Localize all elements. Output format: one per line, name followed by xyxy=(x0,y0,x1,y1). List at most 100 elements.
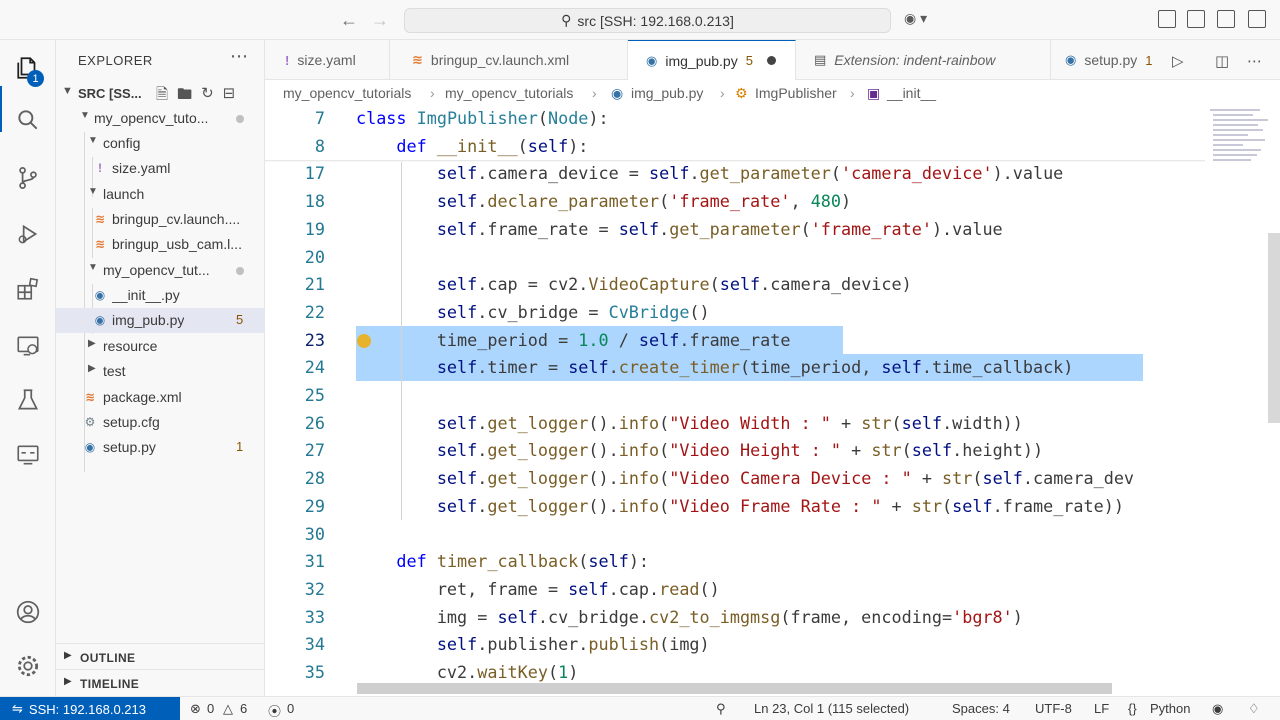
breadcrumb-item[interactable]: my_opencv_tutorials xyxy=(445,85,573,101)
code-line[interactable]: 8 def __init__(self): xyxy=(265,133,1205,160)
split-editor-icon[interactable]: ◫ xyxy=(1215,52,1229,70)
tab-img-pub-py[interactable]: ◉ img_pub.py 5 xyxy=(628,40,796,80)
tab-setup-py[interactable]: ◉ setup.py 1 xyxy=(1051,40,1166,80)
tab-size-yaml[interactable]: ! size.yaml xyxy=(265,40,390,80)
ports-icon[interactable]: ⦿ xyxy=(268,701,281,720)
tree-folder-launch[interactable]: ▼ launch xyxy=(56,182,265,207)
zoom-icon[interactable]: ⚲ xyxy=(716,701,726,717)
toggle-secondary-sidebar-icon[interactable] xyxy=(1217,10,1235,28)
errors-icon[interactable]: ⊗ xyxy=(190,701,201,717)
workspace-root[interactable]: ▼ SRC [SS... 🗎 🖿 ↻ ⊟ xyxy=(56,82,265,104)
outline-section[interactable]: ▶ OUTLINE xyxy=(56,643,265,669)
line-text: self.cap = cv2.VideoCapture(self.camera_… xyxy=(436,274,912,295)
code-line[interactable]: 22 self.cv_bridge = CvBridge() xyxy=(265,299,1205,326)
toggle-sidebar-icon[interactable] xyxy=(1158,10,1176,28)
tree-item-label: __init__.py xyxy=(112,287,180,303)
timeline-label: TIMELINE xyxy=(80,677,140,691)
more-actions-icon[interactable]: ⋯ xyxy=(230,46,248,67)
code-editor[interactable]: 7 class ImgPublisher(Node): 8 def __init__… xyxy=(265,105,1280,696)
code-line[interactable]: 17 self.camera_device = self.get_paramet… xyxy=(265,160,1205,187)
line-text: def timer_callback(self): xyxy=(396,551,650,572)
tree-item-label: my_opencv_tut... xyxy=(103,262,210,278)
account-icon[interactable] xyxy=(14,598,42,626)
tree-file-bringup-cv-launch[interactable]: ≋ bringup_cv.launch.... xyxy=(56,207,265,232)
language-mode[interactable]: Python xyxy=(1150,701,1190,716)
ros-icon[interactable] xyxy=(14,441,42,469)
tree-file-setup-cfg[interactable]: ⚙ setup.cfg xyxy=(56,410,265,435)
search-icon[interactable] xyxy=(14,106,42,134)
code-line[interactable]: 31 def timer_callback(self): xyxy=(265,548,1205,575)
code-line[interactable]: 7 class ImgPublisher(Node): xyxy=(265,105,1205,132)
modified-dot xyxy=(236,115,244,123)
problem-count: 1 xyxy=(236,439,244,454)
tree-folder-resource[interactable]: ▶ resource xyxy=(56,334,265,359)
breadcrumb-item[interactable]: __init__ xyxy=(887,85,936,101)
code-line[interactable]: 24 self.timer = self.create_timer(time_p… xyxy=(265,354,1205,381)
line-number: 26 xyxy=(304,412,325,433)
tree-file-package-xml[interactable]: ≋ package.xml xyxy=(56,385,265,410)
command-center[interactable]: ⚲ src [SSH: 192.168.0.213] xyxy=(404,8,891,33)
tree-file-init-py[interactable]: ◉ __init__.py xyxy=(56,283,265,308)
line-text: self.frame_rate = self.get_parameter('fr… xyxy=(436,218,1003,239)
tab-bringup-cv-launch[interactable]: ≋ bringup_cv.launch.xml xyxy=(390,40,628,80)
code-line[interactable]: 25 xyxy=(265,382,1205,409)
indentation-setting[interactable]: Spaces: 4 xyxy=(952,701,1010,716)
testing-icon[interactable] xyxy=(14,386,42,414)
tree-folder-my-opencv-tut[interactable]: ▼ my_opencv_tut... xyxy=(56,258,265,283)
line-text: self.get_logger().info("Video Height : "… xyxy=(436,440,1044,461)
sticky-scroll-divider xyxy=(265,160,1205,162)
copilot-status-icon[interactable]: ◉ xyxy=(1212,701,1223,717)
forward-arrow-icon[interactable]: → xyxy=(371,10,389,31)
more-actions-icon[interactable]: ⋯ xyxy=(1247,52,1262,70)
remote-explorer-icon[interactable] xyxy=(14,332,42,360)
code-line[interactable]: 23 time_period = 1.0 / self.frame_rate xyxy=(265,327,1205,354)
eol-setting[interactable]: LF xyxy=(1094,701,1109,716)
code-line[interactable]: 18 self.declare_parameter('frame_rate', … xyxy=(265,188,1205,215)
timeline-section[interactable]: ▶ TIMELINE xyxy=(56,669,265,695)
warnings-icon[interactable]: △ xyxy=(223,701,233,717)
encoding-setting[interactable]: UTF-8 xyxy=(1035,701,1072,716)
tree-file-setup-py[interactable]: ◉ setup.py 1 xyxy=(56,435,265,460)
code-line[interactable]: 32 ret, frame = self.cap.read() xyxy=(265,576,1205,603)
copilot-icon[interactable]: ◉ ▾ xyxy=(904,10,927,27)
toggle-panel-icon[interactable] xyxy=(1187,10,1205,28)
code-line[interactable]: 26 self.get_logger().info("Video Width :… xyxy=(265,410,1205,437)
code-line[interactable]: 35 cv2.waitKey(1) xyxy=(265,659,1205,686)
breadcrumb-item[interactable]: my_opencv_tutorials xyxy=(283,85,411,101)
tree-folder-test[interactable]: ▶ test xyxy=(56,359,265,384)
code-line[interactable]: 20 xyxy=(265,244,1205,271)
code-line[interactable]: 21 self.cap = cv2.VideoCapture(self.came… xyxy=(265,271,1205,298)
source-control-icon[interactable] xyxy=(14,164,42,192)
tree-file-img-pub-py[interactable]: ◉ img_pub.py 5 xyxy=(56,308,265,333)
unsaved-dot-icon[interactable] xyxy=(766,56,776,65)
tree-folder-config[interactable]: ▼ config xyxy=(56,131,265,156)
customize-layout-icon[interactable] xyxy=(1248,10,1266,28)
tree-file-size-yaml[interactable]: ! size.yaml xyxy=(56,156,265,181)
code-line[interactable]: 33 img = self.cv_bridge.cv2_to_imgmsg(fr… xyxy=(265,604,1205,631)
tree-file-bringup-usb-cam[interactable]: ≋ bringup_usb_cam.l... xyxy=(56,232,265,257)
cursor-position[interactable]: Ln 23, Col 1 (115 selected) xyxy=(754,701,909,716)
extensions-icon[interactable] xyxy=(14,275,42,303)
settings-gear-icon[interactable] xyxy=(14,652,42,680)
notifications-bell-icon[interactable]: ♢ xyxy=(1248,701,1260,717)
tab-extension-indent-rainbow[interactable]: ▤ Extension: indent-rainbow xyxy=(796,40,1051,80)
code-line[interactable]: 19 self.frame_rate = self.get_parameter(… xyxy=(265,216,1205,243)
breadcrumb-item[interactable]: img_pub.py xyxy=(631,85,703,101)
run-debug-icon[interactable] xyxy=(14,220,42,248)
code-line[interactable]: 28 self.get_logger().info("Video Camera … xyxy=(265,465,1205,492)
vertical-scrollbar[interactable] xyxy=(1268,233,1280,423)
tree-folder-my-opencv-tutorials[interactable]: ▼ my_opencv_tuto... xyxy=(56,106,265,131)
code-line[interactable]: 27 self.get_logger().info("Video Height … xyxy=(265,437,1205,464)
code-line[interactable]: 34 self.publisher.publish(img) xyxy=(265,631,1205,658)
code-line[interactable]: 30 xyxy=(265,521,1205,548)
tree-item-label: test xyxy=(103,363,126,379)
lightbulb-icon[interactable] xyxy=(357,334,371,348)
remote-indicator[interactable]: ⇋ SSH: 192.168.0.213 xyxy=(0,697,180,720)
horizontal-scrollbar[interactable] xyxy=(357,683,1112,694)
line-text: cv2.waitKey(1) xyxy=(356,662,579,682)
code-line[interactable]: 29 self.get_logger().info("Video Frame R… xyxy=(265,493,1205,520)
status-bar: ⇋ SSH: 192.168.0.213 ⊗ 0 △ 6 ⦿ 0 ⚲ Ln 23… xyxy=(0,696,1280,720)
breadcrumb-item[interactable]: ImgPublisher xyxy=(755,85,837,101)
back-arrow-icon[interactable]: ← xyxy=(340,10,358,31)
run-file-icon[interactable]: ▷ xyxy=(1172,52,1184,70)
